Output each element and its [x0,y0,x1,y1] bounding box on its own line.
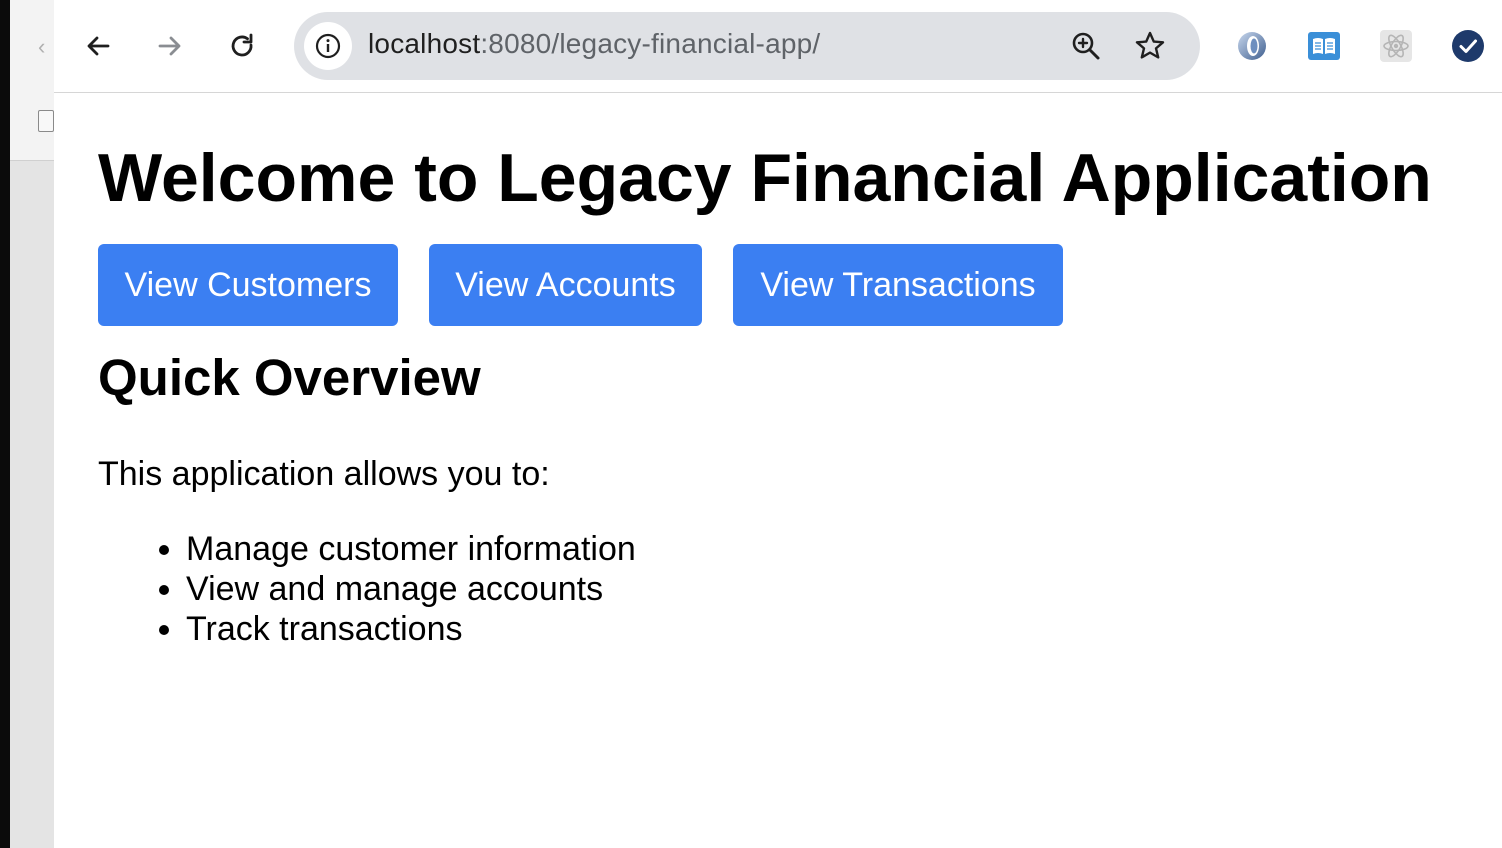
browser-window: localhost:8080/legacy-financial-app/ Wel… [54,0,1502,848]
background-window-body [10,161,54,848]
page-content: Welcome to Legacy Financial Application … [98,93,1502,848]
list-item: View and manage accounts [186,569,636,609]
browser-toolbar: localhost:8080/legacy-financial-app/ [54,0,1502,93]
background-back-icon: ‹ [38,34,46,59]
info-icon [315,33,341,59]
background-window-toolbar [10,0,54,161]
arrow-right-icon [158,36,181,56]
profile-check-icon [1452,30,1484,62]
page-title: Welcome to Legacy Financial Application [98,140,1432,216]
terminal-edge [0,0,10,848]
view-customers-button[interactable]: View Customers [98,244,398,326]
reload-button[interactable] [220,24,264,68]
reload-icon [231,33,253,57]
file-icon [38,110,54,132]
site-info-button[interactable] [304,22,352,70]
bookmark-button[interactable] [1132,28,1168,64]
view-accounts-button[interactable]: View Accounts [429,244,702,326]
zoom-icon [1072,32,1100,60]
feature-list: Manage customer information View and man… [98,529,636,649]
address-bar[interactable]: localhost:8080/legacy-financial-app/ [294,12,1200,80]
reader-extension-icon [1308,32,1340,60]
zoom-button[interactable] [1068,28,1104,64]
list-item: Track transactions [186,609,636,649]
profile-button[interactable] [1450,28,1486,64]
ring-extension-button[interactable] [1234,28,1270,64]
forward-button[interactable] [148,24,192,68]
url-text: localhost:8080/legacy-financial-app/ [368,28,820,60]
react-extension-icon [1380,30,1412,62]
ring-extension-icon [1238,32,1266,60]
react-extension-button[interactable] [1378,28,1414,64]
quick-overview-heading: Quick Overview [98,349,481,406]
view-transactions-button[interactable]: View Transactions [733,244,1063,326]
arrow-left-icon [87,36,110,56]
back-button[interactable] [76,24,120,68]
url-host: localhost [368,28,481,59]
overview-intro: This application allows you to: [98,455,550,493]
reader-extension-button[interactable] [1306,28,1342,64]
background-window: ‹ [0,0,54,848]
list-item: Manage customer information [186,529,636,569]
screen: ‹ localhost:8080/legacy-financial-app/ W… [0,0,1502,848]
url-path: :8080/legacy-financial-app/ [480,28,821,59]
bookmark-star-icon [1135,31,1165,59]
